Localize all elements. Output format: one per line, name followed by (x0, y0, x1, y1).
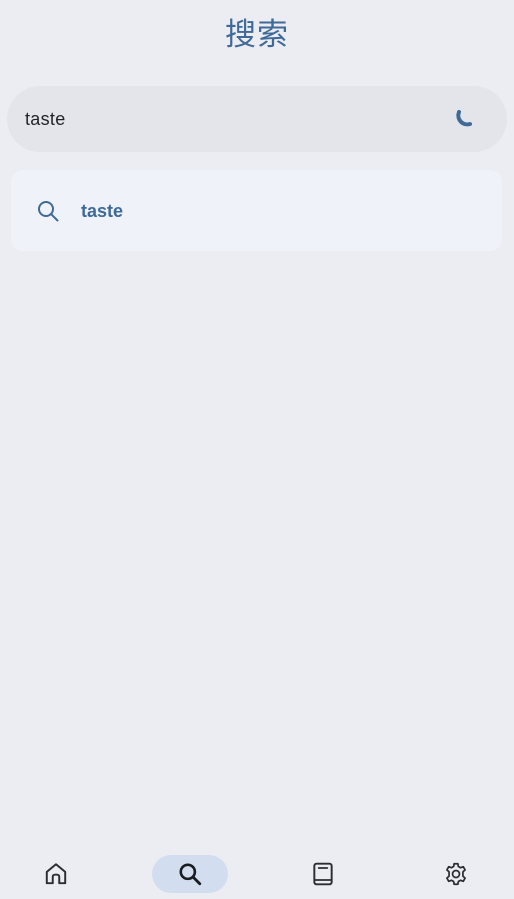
loading-spinner-icon (450, 106, 474, 130)
search-result-item[interactable]: taste (11, 170, 502, 251)
nav-search-button[interactable] (152, 855, 228, 893)
search-icon (177, 861, 203, 887)
search-icon (36, 199, 60, 223)
nav-settings-button[interactable] (432, 855, 480, 893)
nav-home-button[interactable] (32, 855, 80, 893)
search-input-value: taste (25, 109, 66, 129)
bottom-navigation (0, 842, 514, 899)
page-title: 搜索 (225, 17, 289, 53)
search-input[interactable]: taste (7, 86, 507, 152)
nav-library-button[interactable] (299, 855, 347, 893)
gear-icon (443, 861, 469, 887)
search-result-label: taste (81, 201, 124, 221)
home-icon (43, 861, 69, 887)
search-screen: 搜索 taste taste (0, 0, 514, 899)
book-icon (310, 861, 336, 887)
